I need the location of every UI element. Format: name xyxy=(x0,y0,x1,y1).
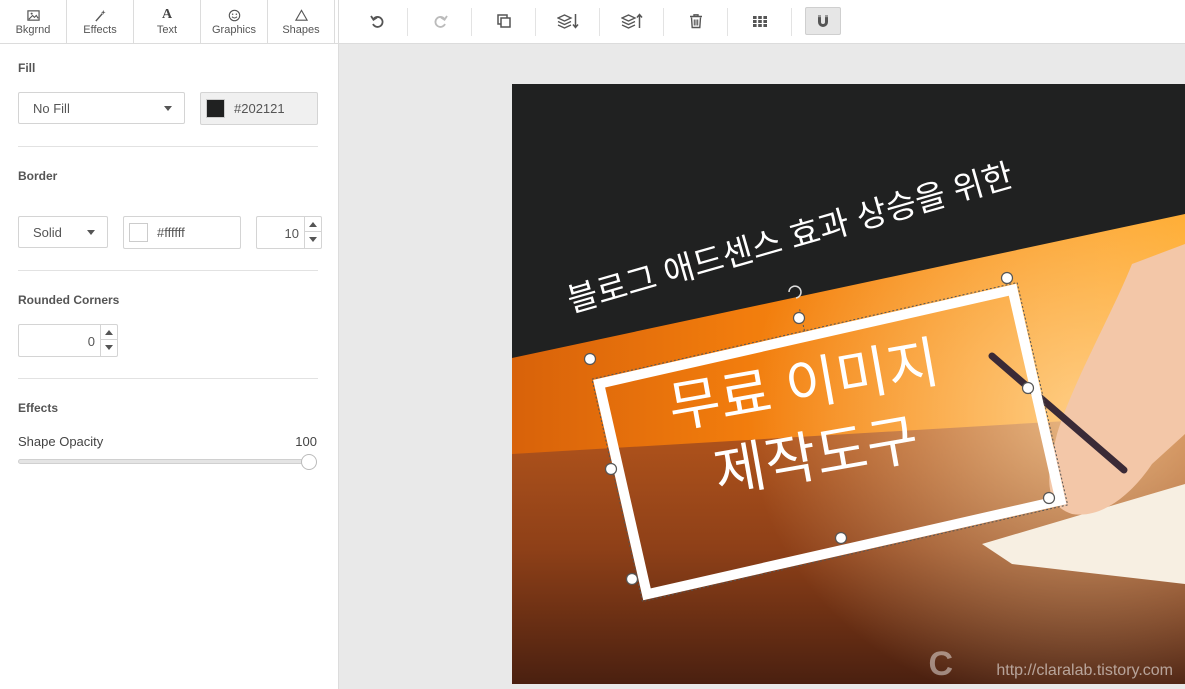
bring-forward-button[interactable] xyxy=(614,7,650,35)
tab-label: Text xyxy=(156,23,178,36)
grid-button[interactable] xyxy=(742,7,778,35)
watermark-logo: C xyxy=(928,645,953,683)
fill-color-field[interactable]: #202121 xyxy=(200,92,318,125)
opacity-label: Shape Opacity xyxy=(18,434,104,449)
tab-background[interactable]: Bkgrnd xyxy=(0,0,67,43)
toolbar-separator xyxy=(663,8,664,36)
corner-radius-stepper[interactable]: 0 xyxy=(18,324,118,357)
toolbar-separator xyxy=(599,8,600,36)
delete-icon xyxy=(690,14,702,29)
resize-handle[interactable] xyxy=(583,352,597,366)
border-style-select[interactable]: Solid xyxy=(18,216,108,248)
text-icon-glyph: A xyxy=(161,7,173,22)
triangle-icon xyxy=(294,8,308,23)
magic-wand-icon xyxy=(94,8,107,23)
stepper-up-icon[interactable] xyxy=(101,325,117,340)
stepper-buttons xyxy=(304,217,321,248)
bring-forward-icon xyxy=(621,13,643,29)
divider xyxy=(18,146,318,147)
redo-icon xyxy=(434,15,448,28)
toolbar xyxy=(339,0,1185,44)
fill-color-swatch[interactable] xyxy=(206,99,225,118)
opacity-slider[interactable] xyxy=(18,459,315,464)
tab-label: Graphics xyxy=(211,23,257,36)
border-width-stepper[interactable]: 10 xyxy=(256,216,322,249)
duplicate-button[interactable] xyxy=(486,7,522,35)
properties-panel: Bkgrnd Effects A Text Graphics Shapes Fi… xyxy=(0,0,339,689)
chevron-down-icon xyxy=(87,230,95,235)
opacity-value: 100 xyxy=(295,434,317,449)
send-backward-icon xyxy=(557,14,579,29)
send-backward-button[interactable] xyxy=(550,7,586,35)
design-canvas[interactable]: 블로그 애드센스 효과 상승을 위한 무료 이미지 제작도구 C http://… xyxy=(512,84,1185,684)
tab-graphics[interactable]: Graphics xyxy=(201,0,268,43)
resize-handle[interactable] xyxy=(1021,381,1035,395)
toolbar-separator xyxy=(407,8,408,36)
stepper-down-icon[interactable] xyxy=(101,340,117,355)
tab-shapes[interactable]: Shapes xyxy=(268,0,335,43)
resize-handle[interactable] xyxy=(1000,271,1014,285)
toolbar-separator xyxy=(535,8,536,36)
chevron-down-icon xyxy=(164,106,172,111)
border-style-value: Solid xyxy=(33,224,62,240)
stepper-up-icon[interactable] xyxy=(305,217,321,232)
corner-radius-value: 0 xyxy=(87,334,95,349)
fill-type-value: No Fill xyxy=(33,100,70,116)
border-width-value: 10 xyxy=(284,226,299,241)
duplicate-icon xyxy=(497,14,511,28)
rounded-section-title: Rounded Corners xyxy=(18,293,120,307)
border-color-hex: #ffffff xyxy=(157,225,185,240)
redo-button[interactable] xyxy=(423,7,459,35)
divider xyxy=(18,270,318,271)
fill-section-title: Fill xyxy=(18,61,36,75)
fill-color-hex: #202121 xyxy=(234,101,285,116)
undo-button[interactable] xyxy=(359,7,395,35)
toolbar-separator xyxy=(471,8,472,36)
stepper-buttons xyxy=(100,325,117,356)
resize-handle[interactable] xyxy=(792,311,806,325)
opacity-slider-handle[interactable] xyxy=(301,454,317,470)
watermark-text: http://claralab.tistory.com xyxy=(996,662,1173,679)
tab-effects[interactable]: Effects xyxy=(67,0,134,43)
tab-label: Bkgrnd xyxy=(15,23,51,36)
resize-handle[interactable] xyxy=(1042,491,1056,505)
border-section-title: Border xyxy=(18,169,58,183)
toolbar-separator xyxy=(727,8,728,36)
toolbar-separator xyxy=(791,8,792,36)
delete-button[interactable] xyxy=(678,7,714,35)
tool-tabs: Bkgrnd Effects A Text Graphics Shapes xyxy=(0,0,338,44)
tab-text[interactable]: A Text xyxy=(134,0,201,43)
image-icon xyxy=(26,8,40,23)
divider xyxy=(18,378,318,379)
effects-section-title: Effects xyxy=(18,401,59,415)
text-icon: A xyxy=(162,8,172,23)
snap-magnet-button[interactable] xyxy=(805,7,841,35)
tab-label: Shapes xyxy=(282,23,320,36)
border-color-swatch[interactable] xyxy=(129,223,148,242)
stepper-down-icon[interactable] xyxy=(305,232,321,247)
magnet-icon xyxy=(818,15,828,27)
smiley-icon xyxy=(228,8,241,23)
fill-type-select[interactable]: No Fill xyxy=(18,92,185,124)
tab-label: Effects xyxy=(83,23,117,36)
undo-icon xyxy=(370,15,384,28)
border-color-field[interactable]: #ffffff xyxy=(123,216,241,249)
grid-icon xyxy=(753,16,767,27)
